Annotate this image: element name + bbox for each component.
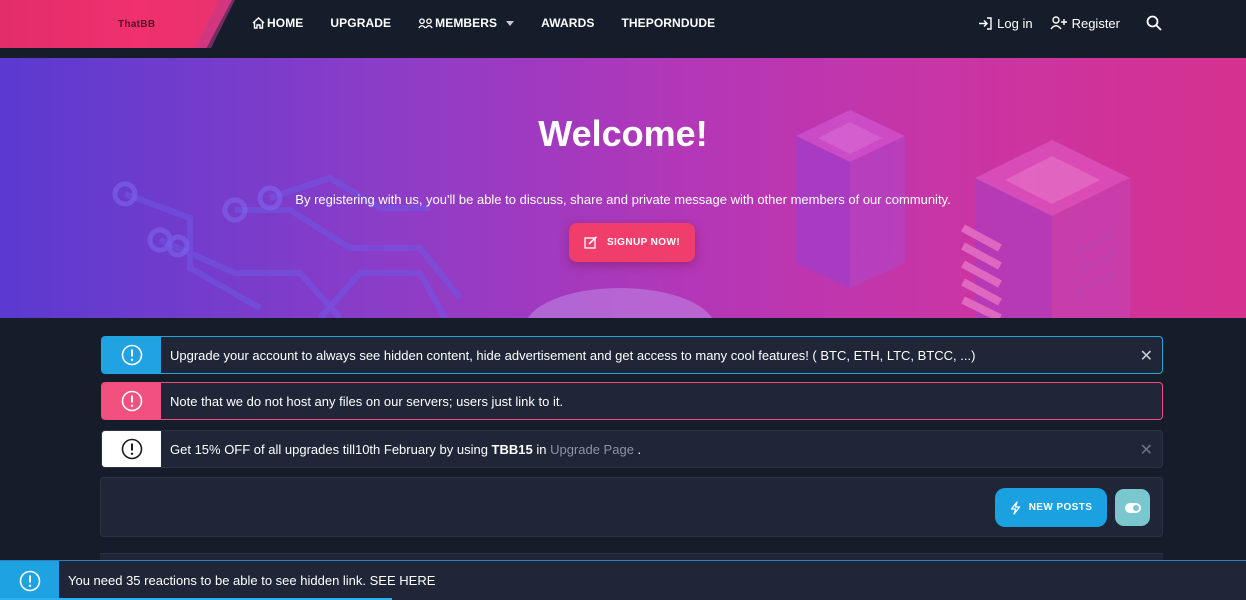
style-toggle-button[interactable] xyxy=(1115,489,1150,526)
nav-item-label: AWARDS xyxy=(541,16,595,30)
home-icon xyxy=(252,17,265,29)
members-icon xyxy=(418,17,433,28)
notice-text: Get 15% OFF of all upgrades till10th Feb… xyxy=(170,442,641,457)
hosting-notice: Note that we do not host any files on ou… xyxy=(101,382,1163,420)
search-button[interactable] xyxy=(1146,15,1162,31)
bolt-icon xyxy=(1010,500,1020,515)
nav-item-label: HOME xyxy=(267,16,304,30)
signup-button[interactable]: SIGNUP NOW! xyxy=(569,223,695,262)
nav-item-theporndude[interactable]: THEPORNDUDE xyxy=(621,16,715,30)
new-posts-button[interactable]: NEW POSTS xyxy=(995,488,1107,527)
nav-item-label: UPGRADE xyxy=(330,16,392,30)
nav-item-home[interactable]: HOME xyxy=(252,16,303,30)
reactions-notice-bar: You need 35 reactions to be able to see … xyxy=(0,560,1246,600)
nav-item-upgrade[interactable]: UPGRADE xyxy=(330,16,391,30)
nav-item-awards[interactable]: AWARDS xyxy=(541,16,594,30)
sign-in-icon xyxy=(979,16,992,30)
main-nav: HOME UPGRADE MEMBERS AWARDS THEPORNDUDE xyxy=(252,0,742,46)
promo-code: TBB15 xyxy=(491,441,533,457)
alert-circle-icon xyxy=(19,570,40,591)
hero-subtitle: By registering with us, you'll be able t… xyxy=(295,192,951,207)
notice-text: Note that we do not host any files on ou… xyxy=(170,393,564,409)
notice-icon-box xyxy=(102,337,161,373)
search-icon xyxy=(1146,15,1162,31)
toggle-icon xyxy=(1124,502,1141,513)
login-label: Log in xyxy=(997,15,1033,31)
user-plus-icon xyxy=(1050,16,1067,30)
promo-notice: Get 15% OFF of all upgrades till10th Feb… xyxy=(101,430,1163,468)
alert-circle-icon xyxy=(121,390,142,412)
promo-suffix: . xyxy=(633,441,642,457)
close-icon[interactable]: ✕ xyxy=(1140,440,1153,460)
signup-label: SIGNUP NOW! xyxy=(606,237,681,248)
site-logo[interactable] xyxy=(0,0,232,48)
promo-prefix: Get 15% OFF of all upgrades till10th Feb… xyxy=(170,441,492,457)
register-label: Register xyxy=(1071,15,1120,31)
hero-title: Welcome! xyxy=(538,113,708,154)
hero-illustration xyxy=(112,110,1130,318)
alert-circle-icon xyxy=(121,438,142,460)
promo-mid: in xyxy=(532,441,551,457)
close-icon[interactable]: ✕ xyxy=(1140,346,1153,366)
alert-circle-icon xyxy=(121,344,142,366)
notice-icon-box xyxy=(102,431,161,467)
logo-text[interactable]: ThatBB xyxy=(118,19,155,30)
top-navigation-bar: ThatBB HOME UPGRADE MEMBERS AWARDS THEPO… xyxy=(0,0,1246,58)
login-link[interactable]: Log in xyxy=(978,15,1033,31)
account-nav: Log in Register xyxy=(961,0,1162,46)
upgrade-notice: Upgrade your account to always see hidde… xyxy=(101,336,1163,374)
nav-item-label: THEPORNDUDE xyxy=(621,16,716,30)
notice-icon-box xyxy=(102,383,161,419)
new-posts-label: NEW POSTS xyxy=(1028,502,1093,513)
notice-icon-box xyxy=(0,561,59,600)
nav-item-members[interactable]: MEMBERS xyxy=(418,16,515,30)
notice-text: Upgrade your account to always see hidde… xyxy=(170,347,976,363)
nav-item-label: MEMBERS xyxy=(435,16,498,30)
edit-icon xyxy=(584,236,597,249)
chevron-down-icon[interactable] xyxy=(506,20,515,26)
bottom-notice-text[interactable]: You need 35 reactions to be able to see … xyxy=(68,573,435,588)
welcome-hero: Welcome! By registering with us, you'll … xyxy=(0,58,1246,318)
register-link[interactable]: Register xyxy=(1050,16,1120,31)
upgrade-page-link[interactable]: Upgrade Page xyxy=(550,442,634,457)
